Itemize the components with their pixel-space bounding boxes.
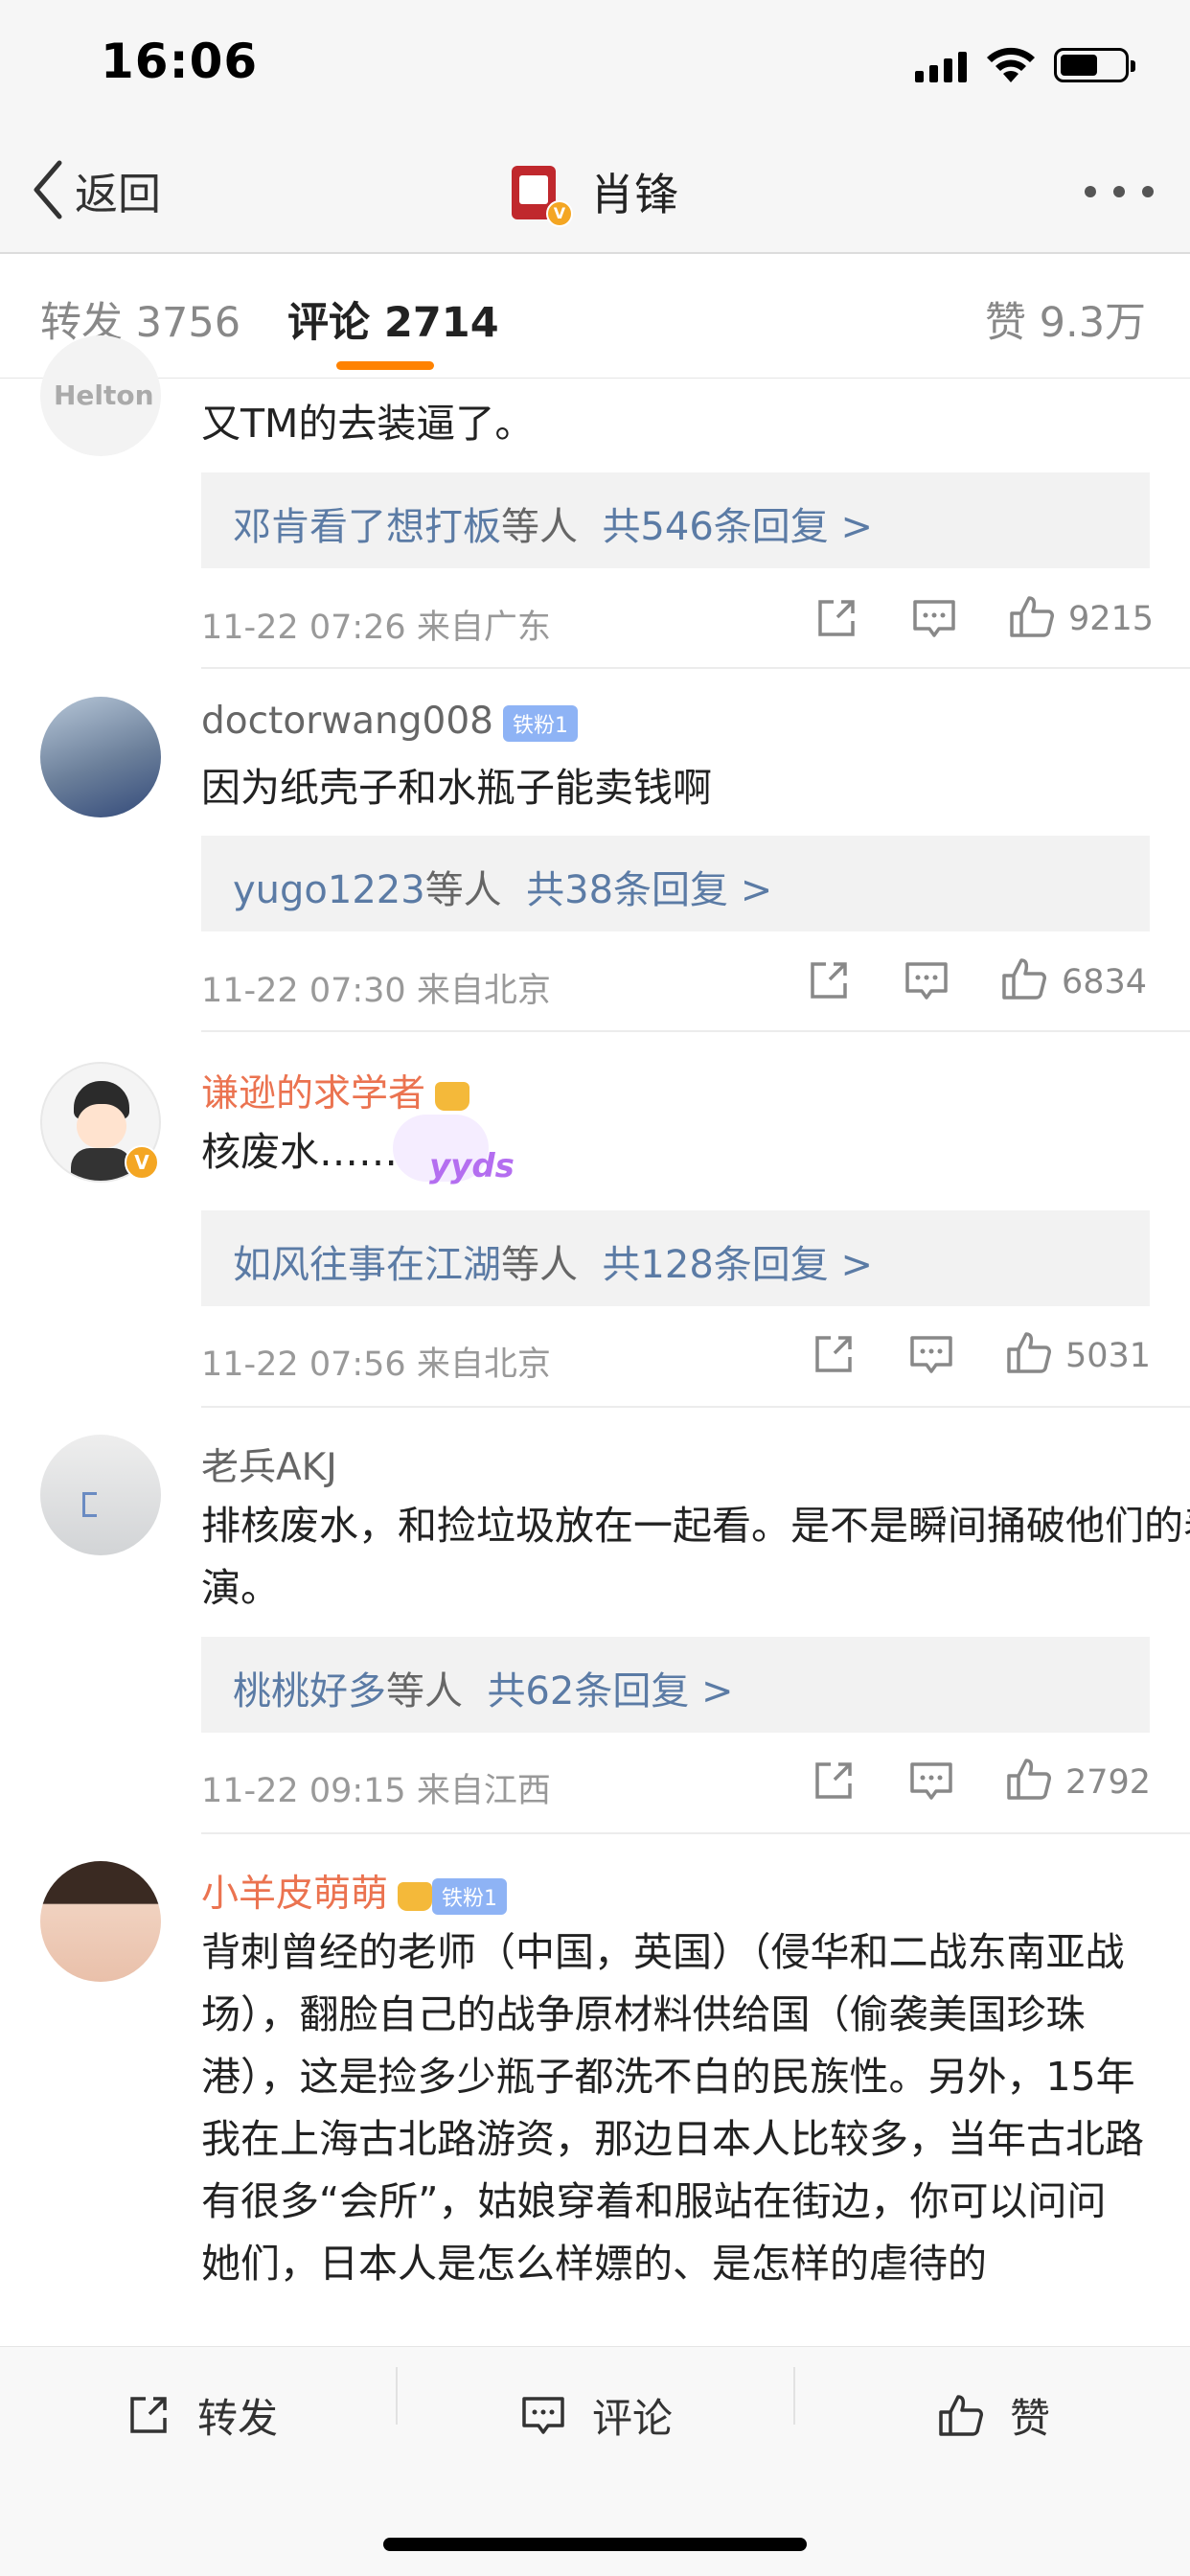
- like-count: 6834: [1062, 963, 1148, 1001]
- chevron-left-icon: [34, 160, 62, 219]
- share-icon[interactable]: [805, 956, 853, 1004]
- reply-by: 等人: [386, 1669, 463, 1714]
- share-icon: [130, 2397, 167, 2433]
- like-icon[interactable]: [1005, 1755, 1053, 1803]
- reply-by: 等人: [501, 505, 578, 549]
- like-icon[interactable]: [1005, 1328, 1053, 1376]
- username-text: 谦逊的求学者: [201, 1072, 426, 1116]
- comment-meta: 11-22 07:56 来自北京: [201, 1346, 551, 1384]
- tab-repost[interactable]: 转发 3756: [40, 289, 240, 349]
- like-icon[interactable]: [1000, 954, 1048, 1002]
- like-icon[interactable]: [1008, 592, 1056, 640]
- verified-badge: V: [125, 1145, 159, 1180]
- divider: [201, 1832, 1190, 1834]
- yyds-sticker: yyds: [393, 1115, 515, 1201]
- comment-meta: 11-22 07:30 来自北京: [201, 972, 551, 1010]
- reply-summary[interactable]: yugo1223等人 共38条回复 >: [201, 836, 1150, 932]
- comment-username[interactable]: 老兵AKJ: [201, 1438, 337, 1491]
- avatar-logo-text: Helton: [54, 380, 154, 411]
- more-options-icon[interactable]: [1081, 178, 1157, 197]
- comment-button[interactable]: 评论: [519, 2386, 673, 2444]
- reply-summary[interactable]: 如风往事在江湖等人 共128条回复 >: [201, 1210, 1150, 1306]
- separator: [793, 2367, 795, 2425]
- profile-avatar: V: [508, 162, 573, 227]
- divider: [201, 1030, 1190, 1032]
- like-button[interactable]: 赞: [937, 2386, 1050, 2444]
- cellular-signal-icon: [915, 52, 968, 82]
- reply-summary[interactable]: 桃桃好多等人 共62条回复 >: [201, 1637, 1150, 1733]
- reply-total-link[interactable]: 共128条回复 >: [602, 1243, 873, 1287]
- comment-meta: 11-22 07:26 来自广东: [201, 609, 551, 647]
- crown-icon: [398, 1881, 433, 1911]
- comment-username[interactable]: 小羊皮萌萌 铁粉1: [201, 1864, 508, 1918]
- reply-author[interactable]: 桃桃好多: [233, 1669, 386, 1714]
- fan-badge: 铁粉1: [432, 1877, 508, 1915]
- repost-button[interactable]: 转发: [125, 2386, 278, 2444]
- like-icon: [939, 2395, 983, 2436]
- active-tab-indicator: [336, 361, 434, 370]
- status-time: 16:06: [101, 34, 259, 89]
- battery-icon: [1054, 48, 1135, 82]
- like-count: 5031: [1065, 1337, 1152, 1375]
- avatar[interactable]: [40, 697, 161, 817]
- share-icon[interactable]: [812, 594, 860, 642]
- comment-label: 评论: [592, 2394, 674, 2442]
- tab-comments[interactable]: 评论 2714: [287, 289, 499, 349]
- reply-total-link[interactable]: 共62条回复 >: [487, 1669, 733, 1714]
- avatar[interactable]: [40, 1861, 161, 1982]
- comment-text: 背刺曾经的老师（中国，英国）（侵华和二战东南亚战场），翻脸自己的战争原材料供给国…: [201, 1929, 1144, 2287]
- separator: [396, 2367, 398, 2425]
- like-count: 2792: [1065, 1763, 1152, 1802]
- comment-text: 因为纸壳子和水瓶子能卖钱啊: [201, 765, 712, 811]
- crown-icon: [435, 1081, 470, 1111]
- reply-author[interactable]: yugo1223: [233, 868, 425, 912]
- comment-meta: 11-22 09:15 来自江西: [201, 1772, 551, 1810]
- reply-summary[interactable]: 邓肯看了想打板等人 共546条回复 >: [201, 472, 1150, 568]
- comment-text: 核废水……: [201, 1129, 398, 1175]
- comment-icon[interactable]: [907, 1330, 955, 1378]
- reply-author[interactable]: 如风往事在江湖: [233, 1243, 501, 1287]
- share-icon[interactable]: [810, 1330, 858, 1378]
- page-title: 肖锋: [590, 169, 678, 220]
- comment-icon[interactable]: [910, 594, 958, 642]
- divider: [201, 1406, 1190, 1408]
- like-count: 9215: [1068, 600, 1155, 638]
- tab-likes[interactable]: 赞 9.3万: [985, 289, 1146, 349]
- comment-icon[interactable]: [907, 1757, 955, 1805]
- comment-text: 排核废水，和捡垃圾放在一起看。是不是瞬间捅破他们的表演。: [201, 1503, 1190, 1611]
- reply-by: 等人: [501, 1243, 578, 1287]
- like-label: 赞: [1010, 2394, 1051, 2442]
- comment-username[interactable]: doctorwang008 铁粉1: [201, 700, 578, 743]
- comment-icon[interactable]: [903, 956, 950, 1004]
- avatar[interactable]: [40, 1435, 161, 1555]
- reply-author[interactable]: 邓肯看了想打板: [233, 505, 501, 549]
- sticker-text: yyds: [429, 1147, 515, 1185]
- repost-label: 转发: [197, 2394, 279, 2442]
- verified-badge: V: [546, 200, 573, 227]
- comment-text: 又TM的去装逼了。: [201, 401, 535, 447]
- home-indicator[interactable]: [383, 2538, 807, 2551]
- comment-username[interactable]: 谦逊的求学者: [201, 1064, 470, 1117]
- avatar[interactable]: Helton: [40, 335, 161, 456]
- profile-title[interactable]: V 肖锋: [508, 153, 678, 230]
- wifi-icon: [987, 47, 1035, 82]
- username-text: 小羊皮萌萌: [201, 1873, 389, 1916]
- back-label: 返回: [75, 168, 162, 219]
- reply-total-link[interactable]: 共38条回复 >: [526, 868, 772, 912]
- username-text: doctorwang008: [201, 700, 493, 743]
- back-button[interactable]: 返回: [29, 151, 161, 228]
- share-icon[interactable]: [810, 1757, 858, 1805]
- reply-by: 等人: [424, 868, 502, 912]
- comment-icon: [522, 2397, 564, 2434]
- fan-badge: 铁粉1: [502, 704, 578, 742]
- reply-total-link[interactable]: 共546条回复 >: [602, 505, 873, 549]
- divider: [201, 667, 1190, 669]
